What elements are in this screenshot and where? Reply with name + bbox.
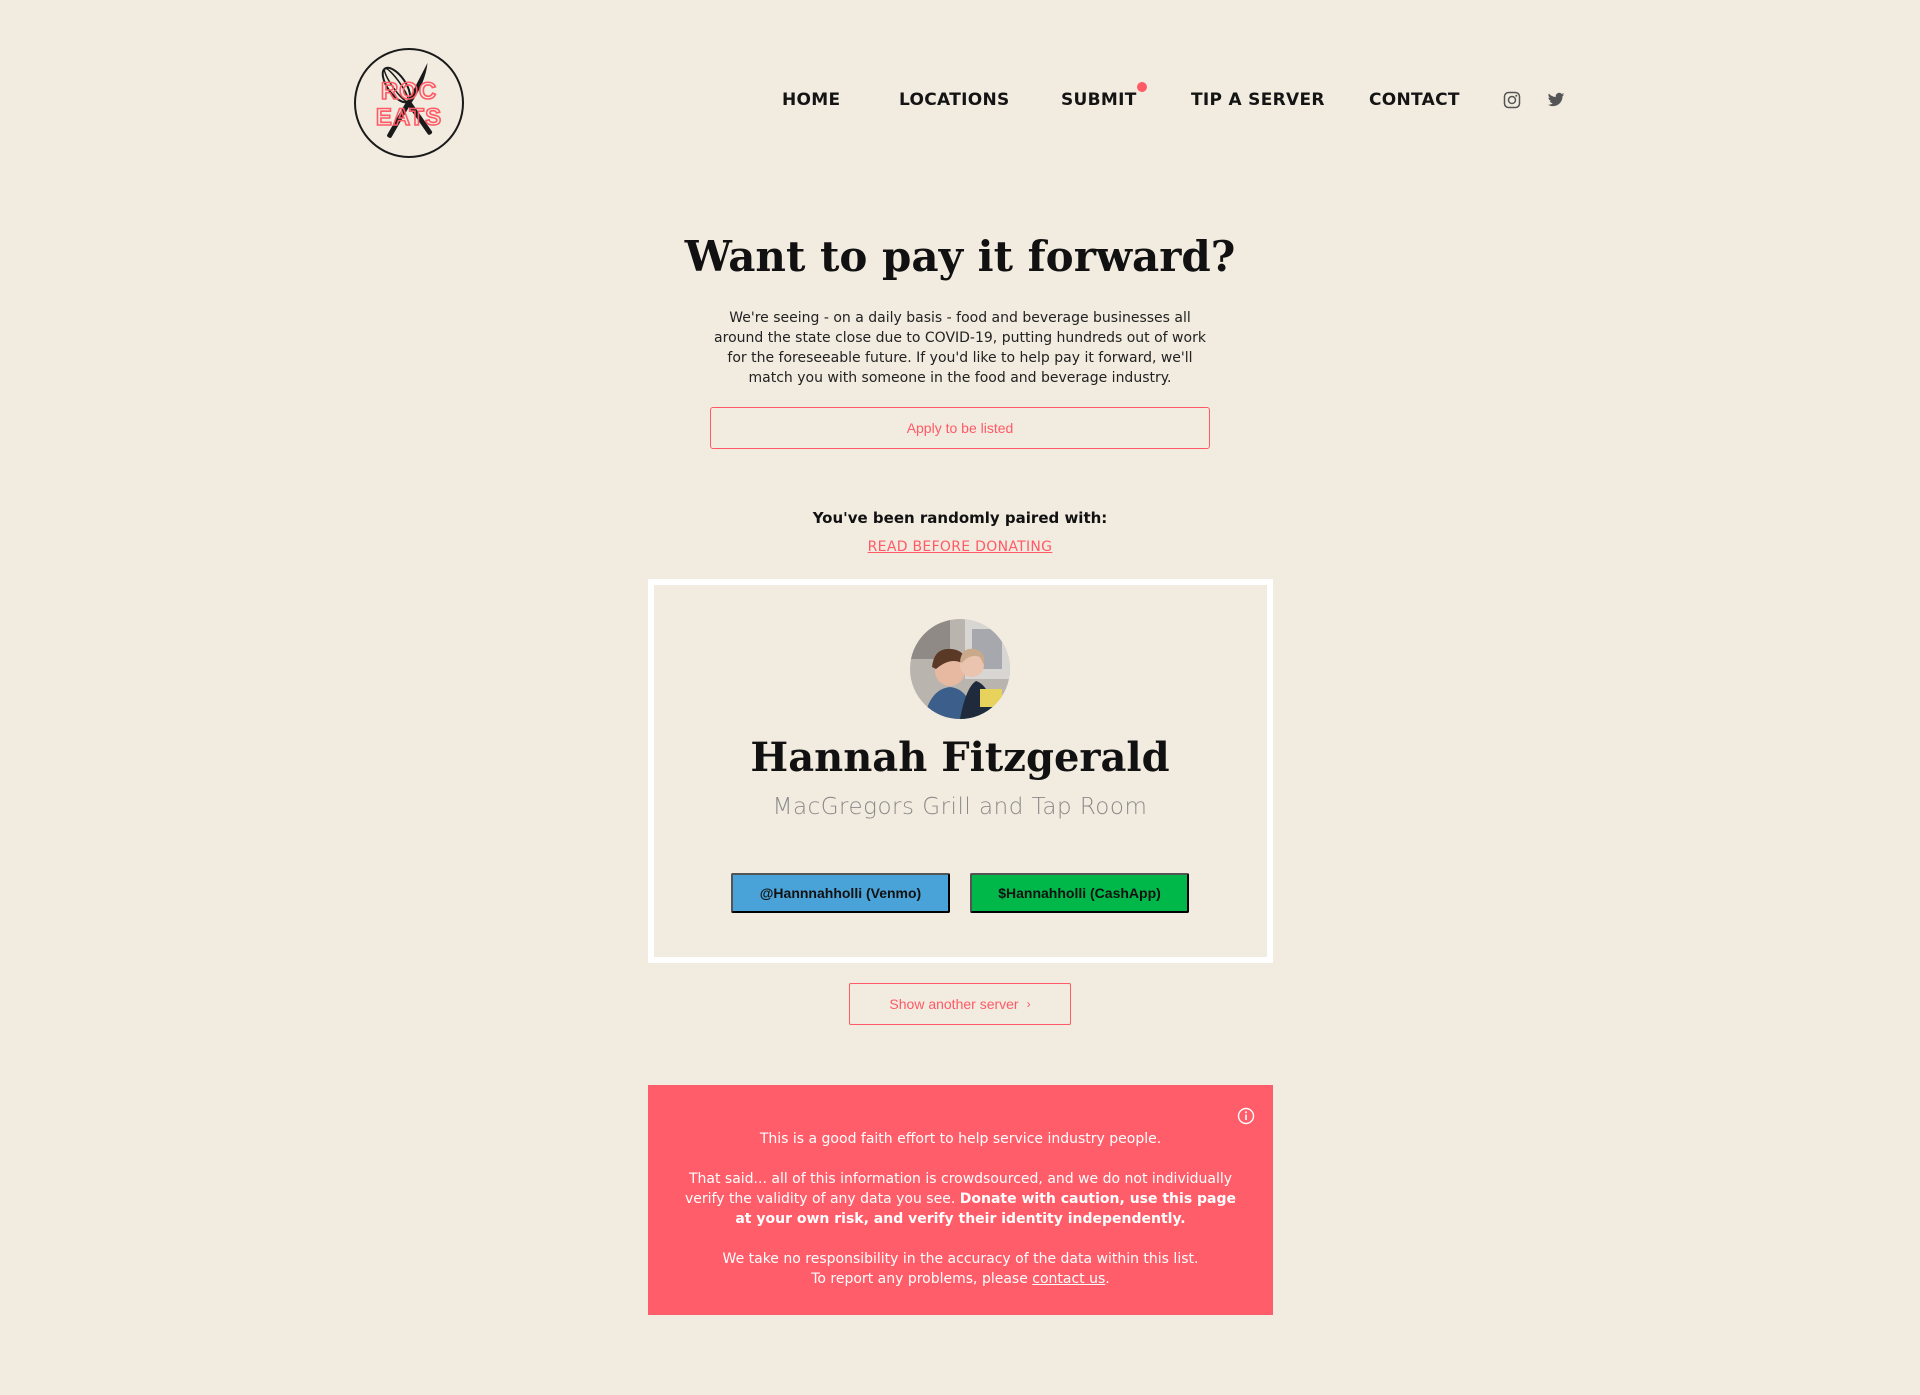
disclaimer-line-2: That said... all of this information is … xyxy=(678,1169,1243,1229)
disclaimer-line-3: We take no responsibility in the accurac… xyxy=(678,1249,1243,1289)
disclaimer-line-1: This is a good faith effort to help serv… xyxy=(759,1131,1162,1147)
nav-submit[interactable]: SUBMIT xyxy=(1061,90,1137,110)
disclaimer-report-text: To report any problems, please xyxy=(811,1271,1033,1287)
info-icon[interactable] xyxy=(1237,1107,1255,1125)
instagram-icon[interactable] xyxy=(1503,91,1521,109)
venmo-button[interactable]: @Hannnahholli (Venmo) xyxy=(731,873,950,913)
server-name: Hannah Fitzgerald xyxy=(750,734,1170,781)
disclaimer-responsibility: We take no responsibility in the accurac… xyxy=(722,1251,1199,1267)
svg-text:ROC: ROC xyxy=(381,78,437,105)
nav-contact[interactable]: CONTACT xyxy=(1369,90,1460,110)
nav-locations[interactable]: LOCATIONS xyxy=(899,90,1010,110)
show-another-server-label: Show another server xyxy=(889,996,1019,1012)
svg-text:EATS: EATS xyxy=(376,104,442,131)
nav-tip-a-server[interactable]: TIP A SERVER xyxy=(1191,90,1325,110)
server-restaurant: MacGregors Grill and Tap Room xyxy=(772,794,1148,820)
twitter-icon[interactable] xyxy=(1547,91,1565,109)
contact-us-link[interactable]: contact us xyxy=(1032,1271,1105,1287)
paired-heading: You've been randomly paired with: xyxy=(812,509,1108,527)
apply-to-be-listed-button[interactable]: Apply to be listed xyxy=(710,407,1210,449)
intro-text: We're seeing - on a daily basis - food a… xyxy=(714,310,1206,386)
read-before-donating-link[interactable]: READ BEFORE DONATING xyxy=(0,539,1920,555)
nav-home[interactable]: HOME xyxy=(782,90,840,110)
disclaimer-period: . xyxy=(1105,1271,1110,1287)
server-avatar xyxy=(910,619,1010,719)
submit-notification-dot xyxy=(1137,82,1147,92)
disclaimer-box: This is a good faith effort to help serv… xyxy=(648,1085,1273,1315)
cashapp-button[interactable]: $Hannahholli (CashApp) xyxy=(970,873,1189,913)
roc-eats-logo[interactable]: ROC EATS xyxy=(353,47,465,159)
page-title: Want to pay it forward? xyxy=(684,232,1236,281)
show-another-server-button[interactable]: Show another server › xyxy=(849,983,1071,1025)
page: ROC EATS HOME LOCATIONS SUBMIT TIP A SER… xyxy=(0,0,1920,1395)
chevron-right-icon: › xyxy=(1026,997,1031,1011)
